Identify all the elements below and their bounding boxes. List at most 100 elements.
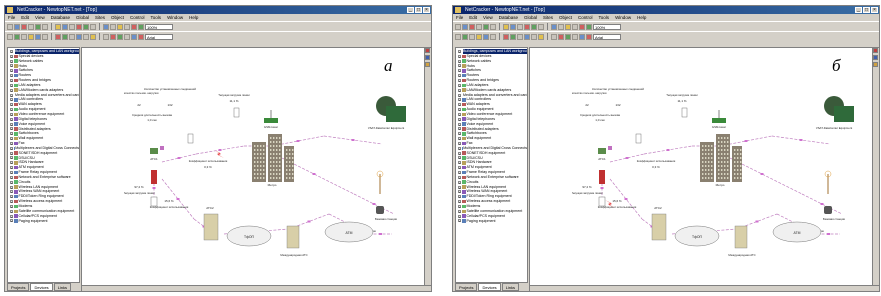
toolbar-button[interactable] bbox=[490, 33, 496, 40]
toolbar-button[interactable] bbox=[524, 33, 530, 40]
expand-icon[interactable]: + bbox=[10, 214, 13, 218]
expand-icon[interactable]: + bbox=[10, 117, 13, 121]
toolbar-button[interactable] bbox=[538, 23, 544, 30]
expand-icon[interactable]: + bbox=[10, 64, 13, 68]
device-tree-panel[interactable]: + Buildings, campuses and LAN workgroups +… bbox=[455, 47, 528, 283]
expand-icon[interactable]: + bbox=[10, 151, 13, 155]
toolbar-button[interactable] bbox=[117, 23, 123, 30]
toolbar-button[interactable] bbox=[503, 33, 509, 40]
toolbar-button[interactable] bbox=[510, 23, 516, 30]
expand-icon[interactable]: + bbox=[10, 219, 13, 223]
menu-item-window[interactable]: Window bbox=[615, 14, 631, 21]
expand-icon[interactable]: + bbox=[10, 156, 13, 160]
toolbar-button[interactable] bbox=[586, 23, 592, 30]
expand-icon[interactable]: + bbox=[10, 132, 13, 136]
expand-icon[interactable]: + bbox=[458, 103, 461, 107]
expand-icon[interactable]: + bbox=[458, 88, 461, 92]
expand-icon[interactable]: + bbox=[10, 98, 13, 102]
menu-item-tools[interactable]: Tools bbox=[599, 14, 610, 21]
toolbar-button[interactable] bbox=[7, 23, 13, 30]
toolbar-button[interactable] bbox=[503, 23, 509, 30]
toolbar-button[interactable] bbox=[124, 23, 130, 30]
toolbar-button[interactable] bbox=[517, 23, 523, 30]
toolbar-button[interactable] bbox=[462, 33, 468, 40]
menu-item-help[interactable]: Help bbox=[189, 14, 198, 21]
menu-item-tools[interactable]: Tools bbox=[151, 14, 162, 21]
toolbar-button[interactable] bbox=[558, 23, 564, 30]
expand-icon[interactable]: + bbox=[10, 161, 13, 165]
expand-icon[interactable]: + bbox=[10, 54, 13, 58]
expand-icon[interactable]: + bbox=[10, 69, 13, 73]
tool-icon[interactable] bbox=[873, 48, 878, 53]
expand-icon[interactable]: + bbox=[10, 166, 13, 170]
toolbar-button[interactable] bbox=[558, 33, 564, 40]
expand-icon[interactable]: + bbox=[10, 185, 13, 189]
expand-icon[interactable]: + bbox=[10, 103, 13, 107]
menu-item-window[interactable]: Window bbox=[167, 14, 183, 21]
toolbar-button[interactable] bbox=[35, 33, 41, 40]
toolbar-button[interactable] bbox=[579, 33, 585, 40]
toolbar-button[interactable] bbox=[55, 33, 61, 40]
toolbar-button[interactable] bbox=[138, 33, 144, 40]
toolbar-button[interactable] bbox=[476, 33, 482, 40]
tool-icon[interactable] bbox=[425, 62, 430, 67]
expand-icon[interactable]: + bbox=[458, 108, 461, 112]
expand-icon[interactable]: + bbox=[458, 93, 461, 97]
side-tab-devices[interactable]: Devices bbox=[30, 283, 53, 291]
toolbar-button[interactable] bbox=[483, 23, 489, 30]
menu-item-view[interactable]: View bbox=[35, 14, 45, 21]
expand-icon[interactable]: + bbox=[10, 190, 13, 194]
expand-icon[interactable]: + bbox=[10, 93, 13, 97]
toolbar-button[interactable] bbox=[138, 23, 144, 30]
toolbar-button[interactable] bbox=[110, 23, 116, 30]
expand-icon[interactable]: + bbox=[458, 74, 461, 78]
toolbar-button[interactable] bbox=[69, 23, 75, 30]
expand-icon[interactable]: + bbox=[458, 83, 461, 87]
menu-item-object[interactable]: Object bbox=[559, 14, 572, 21]
expand-icon[interactable]: + bbox=[10, 83, 13, 87]
tool-icon[interactable] bbox=[873, 62, 878, 67]
menu-item-control[interactable]: Control bbox=[578, 14, 593, 21]
side-tab-devices[interactable]: Devices bbox=[478, 283, 501, 291]
expand-icon[interactable]: + bbox=[458, 98, 461, 102]
toolbar-button[interactable] bbox=[21, 33, 27, 40]
expand-icon[interactable]: + bbox=[10, 112, 13, 116]
expand-icon[interactable]: + bbox=[10, 122, 13, 126]
menu-item-control[interactable]: Control bbox=[130, 14, 145, 21]
expand-icon[interactable]: + bbox=[458, 175, 461, 179]
expand-icon[interactable]: + bbox=[458, 141, 461, 145]
expand-icon[interactable]: + bbox=[10, 180, 13, 184]
toolbar-button[interactable] bbox=[469, 33, 475, 40]
toolbar-button[interactable] bbox=[531, 23, 537, 30]
expand-icon[interactable]: + bbox=[458, 132, 461, 136]
expand-icon[interactable]: + bbox=[458, 166, 461, 170]
expand-icon[interactable]: + bbox=[458, 54, 461, 58]
toolbar-button[interactable] bbox=[103, 23, 109, 30]
expand-icon[interactable]: + bbox=[10, 195, 13, 199]
expand-icon[interactable]: + bbox=[458, 200, 461, 204]
diagram-canvas[interactable]: а Количество пользов. нагрузки22Количест… bbox=[81, 47, 431, 291]
toolbar-button[interactable] bbox=[586, 33, 592, 40]
toolbar-button[interactable] bbox=[131, 33, 137, 40]
expand-icon[interactable]: + bbox=[458, 219, 461, 223]
expand-icon[interactable]: + bbox=[458, 59, 461, 63]
expand-icon[interactable]: + bbox=[458, 214, 461, 218]
expand-icon[interactable]: + bbox=[458, 78, 461, 82]
side-tab-projects[interactable]: Projects bbox=[455, 283, 478, 291]
expand-icon[interactable]: + bbox=[458, 204, 461, 208]
expand-icon[interactable]: + bbox=[458, 151, 461, 155]
diagram-canvas[interactable]: б Количество пользов. нагрузки22Количест… bbox=[529, 47, 879, 291]
menu-item-object[interactable]: Object bbox=[111, 14, 124, 21]
toolbar-button[interactable] bbox=[76, 23, 82, 30]
expand-icon[interactable]: + bbox=[458, 69, 461, 73]
toolbar-button[interactable] bbox=[124, 33, 130, 40]
font-select[interactable]: Arial bbox=[145, 33, 173, 40]
toolbar-button[interactable] bbox=[538, 33, 544, 40]
toolbar-button[interactable] bbox=[28, 23, 34, 30]
tool-icon[interactable] bbox=[873, 55, 878, 60]
maximize-button[interactable]: □ bbox=[863, 7, 870, 13]
toolbar-button[interactable] bbox=[117, 33, 123, 40]
toolbar-button[interactable] bbox=[83, 33, 89, 40]
toolbar-button[interactable] bbox=[476, 23, 482, 30]
menu-item-view[interactable]: View bbox=[483, 14, 493, 21]
